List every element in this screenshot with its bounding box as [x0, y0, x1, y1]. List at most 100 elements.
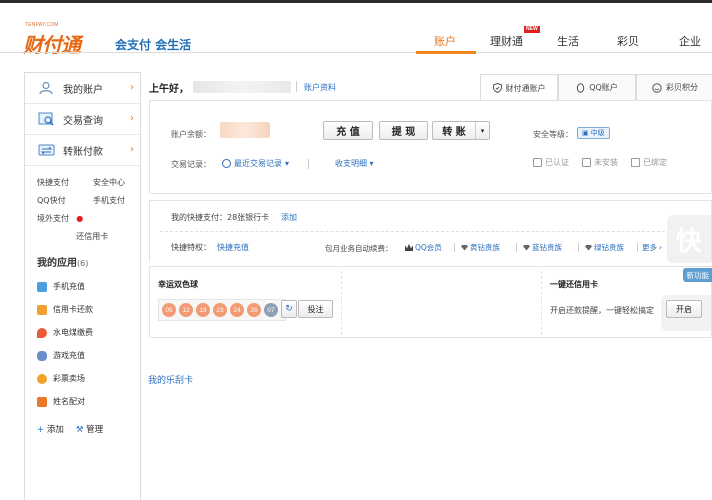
- wrench-icon: ⚒: [75, 425, 84, 435]
- auto-renew-label: 包月业务自动续费：: [325, 244, 393, 253]
- app-label: 信用卡还款: [53, 305, 93, 314]
- quick-recharge-link[interactable]: 快捷充值: [217, 242, 249, 253]
- divider: [637, 243, 638, 252]
- withdraw-button[interactable]: 提 现: [379, 121, 428, 140]
- app-label: 水电煤缴费: [53, 328, 93, 337]
- sidebar: 我的账户 › 交易查询 › 转账付款 › 快捷支付 安全中心 QQ快付 手机支付…: [24, 72, 141, 500]
- manage-label: 管理: [86, 425, 104, 435]
- sidebar-item-my-account[interactable]: 我的账户 ›: [25, 73, 140, 104]
- water-drop-icon: [37, 327, 47, 338]
- phone-icon: [631, 158, 640, 167]
- app-credit-card[interactable]: 信用卡还款: [37, 298, 140, 321]
- red-ball: 05: [162, 303, 176, 317]
- verified-status[interactable]: 已认证: [533, 157, 569, 168]
- link-quickpay[interactable]: 快捷支付: [37, 174, 93, 192]
- nav-enterprise[interactable]: 企业: [679, 33, 701, 49]
- top-bar: [0, 0, 712, 3]
- link-security-center[interactable]: 安全中心: [93, 174, 125, 192]
- add-card-link[interactable]: 添加: [281, 212, 297, 223]
- transfer-label: 转 账: [442, 127, 466, 138]
- lottery-title: 幸运双色球: [158, 280, 198, 289]
- heart-icon: [37, 396, 47, 407]
- vip-yellow-diamond[interactable]: 黄钻贵族: [461, 242, 500, 253]
- app-game-recharge[interactable]: 游戏充值: [37, 344, 140, 367]
- sidebar-item-transaction-query[interactable]: 交易查询 ›: [25, 104, 140, 135]
- sidebar-item-label: 转账付款: [63, 146, 103, 158]
- account-info-link[interactable]: 账户资料: [304, 82, 336, 93]
- verify-label: 已绑定: [643, 158, 667, 167]
- red-ball: 19: [196, 303, 210, 317]
- tab-caibei-points[interactable]: 彩贝积分: [636, 74, 712, 100]
- tab-tenpay-account[interactable]: 财付通账户: [480, 74, 558, 101]
- quickpay-panel: 我的快捷支付：28张银行卡 添加 快捷特权： 快捷充值 包月业务自动续费： QQ…: [149, 200, 712, 263]
- balance-label: 账户余额：: [171, 130, 211, 139]
- mobile-bind-status[interactable]: 已绑定: [631, 157, 667, 168]
- tab-qq-account[interactable]: QQ账户: [558, 74, 636, 100]
- new-badge: NEW: [524, 26, 540, 33]
- quick-privilege-label: 快捷特权：: [171, 243, 211, 252]
- app-label: 手机充值: [53, 282, 85, 291]
- app-mobile-recharge[interactable]: 手机充值: [37, 275, 140, 298]
- red-dot-icon: ●: [76, 214, 84, 223]
- app-label: 姓名配对: [53, 397, 85, 406]
- enable-reminder-button[interactable]: 开启: [666, 300, 702, 318]
- tenpay-logo[interactable]: TENPAY.COM 财付通 会支付 会生活: [23, 22, 203, 57]
- chevron-down-icon: ▾: [369, 159, 374, 168]
- recent-trades-dropdown[interactable]: 最近交易记录 ▾: [222, 158, 289, 169]
- vip-blue-diamond[interactable]: 蓝钻贵族: [523, 242, 562, 253]
- refresh-icon: ↻: [285, 304, 293, 314]
- add-app-button[interactable]: + 添加: [37, 423, 64, 435]
- sidebar-item-transfer[interactable]: 转账付款 ›: [25, 135, 140, 166]
- credit-card-icon: [37, 304, 47, 315]
- refresh-numbers-button[interactable]: ↻: [281, 300, 297, 318]
- income-detail-dropdown[interactable]: 收支明细 ▾: [335, 158, 374, 169]
- my-scratch-card-link[interactable]: 我的乐刮卡: [148, 373, 193, 386]
- diamond-icon: [585, 244, 592, 251]
- lottery-icon: [37, 373, 47, 384]
- link-overseas-pay[interactable]: 境外支付: [37, 210, 76, 246]
- sidebar-item-label: 交易查询: [63, 115, 103, 127]
- divider: [578, 243, 579, 252]
- app-name-match[interactable]: 姓名配对: [37, 390, 140, 413]
- link-qq-pay[interactable]: QQ快付: [37, 192, 93, 210]
- gamepad-icon: [37, 350, 47, 361]
- vip-label: 黄钻贵族: [470, 243, 500, 252]
- dropdown-arrow-icon[interactable]: ▾: [475, 122, 489, 139]
- vip-green-diamond[interactable]: 绿钻贵族: [585, 242, 624, 253]
- manage-apps-button[interactable]: ⚒ 管理: [76, 423, 103, 435]
- nav-caibei[interactable]: 彩贝: [617, 33, 639, 49]
- certificate-icon: [582, 158, 591, 167]
- transfer-button[interactable]: 转 账 ▾: [432, 121, 490, 140]
- link-label: 还信用卡: [76, 232, 109, 241]
- widgets-panel: 幸运双色球 05 12 19 23 24 26 07 ↻ 投注 一键还信用卡 开…: [149, 266, 712, 338]
- vip-qq-member[interactable]: QQ会员: [405, 242, 442, 253]
- nav-licaitong[interactable]: 理财通 NEW: [490, 26, 540, 49]
- quick-links: 快捷支付 安全中心 QQ快付 手机支付 境外支付 ● 还信用卡: [25, 166, 140, 246]
- place-bet-button[interactable]: 投注: [298, 300, 333, 318]
- recent-trades-label: 最近交易记录: [234, 159, 282, 168]
- penguin-icon: [576, 82, 585, 93]
- security-level-badge[interactable]: ▣ 中级: [577, 127, 610, 139]
- apps-count: (6): [77, 259, 89, 268]
- nav-life[interactable]: 生活: [557, 33, 579, 49]
- divider: [341, 271, 342, 335]
- divider: [308, 159, 309, 169]
- recharge-button[interactable]: 充 值: [323, 121, 373, 140]
- lock-icon: ▣: [582, 129, 589, 137]
- link-credit-card-repay[interactable]: ● 还信用卡: [76, 210, 140, 246]
- app-label: 彩票卖场: [53, 374, 85, 383]
- vip-label: 蓝钻贵族: [532, 243, 562, 252]
- link-mobile-pay[interactable]: 手机支付: [93, 192, 125, 210]
- verify-label: 已认证: [545, 158, 569, 167]
- app-label: 游戏充值: [53, 351, 85, 360]
- app-utilities[interactable]: 水电煤缴费: [37, 321, 140, 344]
- crown-icon: [405, 244, 413, 251]
- chevron-right-icon: ›: [130, 82, 134, 93]
- app-lottery[interactable]: 彩票卖场: [37, 367, 140, 390]
- more-label: 更多: [642, 243, 657, 252]
- cert-install-status[interactable]: 未安装: [582, 157, 618, 168]
- tab-label: 财付通账户: [505, 83, 546, 93]
- vip-more-link[interactable]: 更多 ›: [642, 242, 662, 253]
- blurred-username: [193, 81, 291, 93]
- nav-account[interactable]: 账户: [434, 33, 456, 49]
